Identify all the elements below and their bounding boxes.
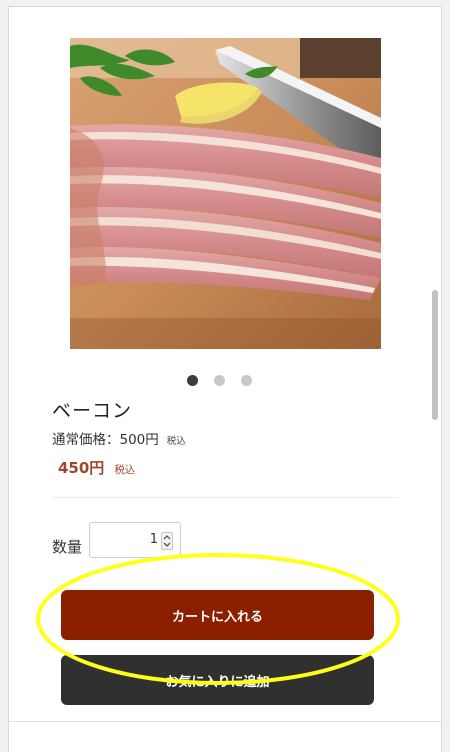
quantity-label: 数量 — [52, 538, 83, 556]
regular-price-tax-label: 税込 — [166, 436, 186, 447]
add-to-favorites-button[interactable]: お気に入りに追加 — [61, 655, 374, 705]
regular-price: 通常価格：500円 税込 — [52, 428, 186, 448]
product-page: ベーコン 通常価格：500円 税込 450円 税込 数量 1 カートに入れる お気に… — [8, 6, 442, 752]
carousel-dots — [187, 375, 252, 386]
regular-price-text: 通常価格：500円 — [52, 432, 159, 448]
add-to-cart-button[interactable]: カートに入れる — [61, 590, 374, 640]
product-image[interactable] — [70, 38, 381, 349]
scrollbar-thumb[interactable] — [432, 290, 438, 420]
quantity-stepper[interactable]: 1 — [89, 522, 181, 558]
product-title: ベーコン — [52, 400, 133, 422]
carousel-dot-2[interactable] — [214, 375, 225, 386]
quantity-value[interactable]: 1 — [150, 532, 158, 547]
up-down-chevron-icon[interactable] — [161, 532, 173, 550]
divider — [52, 497, 399, 498]
sale-price-value: 450円 — [58, 459, 105, 477]
sale-price-tax-label: 税込 — [114, 464, 136, 476]
carousel-dot-3[interactable] — [241, 375, 252, 386]
bacon-photo — [70, 38, 381, 349]
carousel-dot-1[interactable] — [187, 375, 198, 386]
section-divider — [9, 721, 441, 722]
sale-price: 450円 税込 — [58, 457, 135, 478]
